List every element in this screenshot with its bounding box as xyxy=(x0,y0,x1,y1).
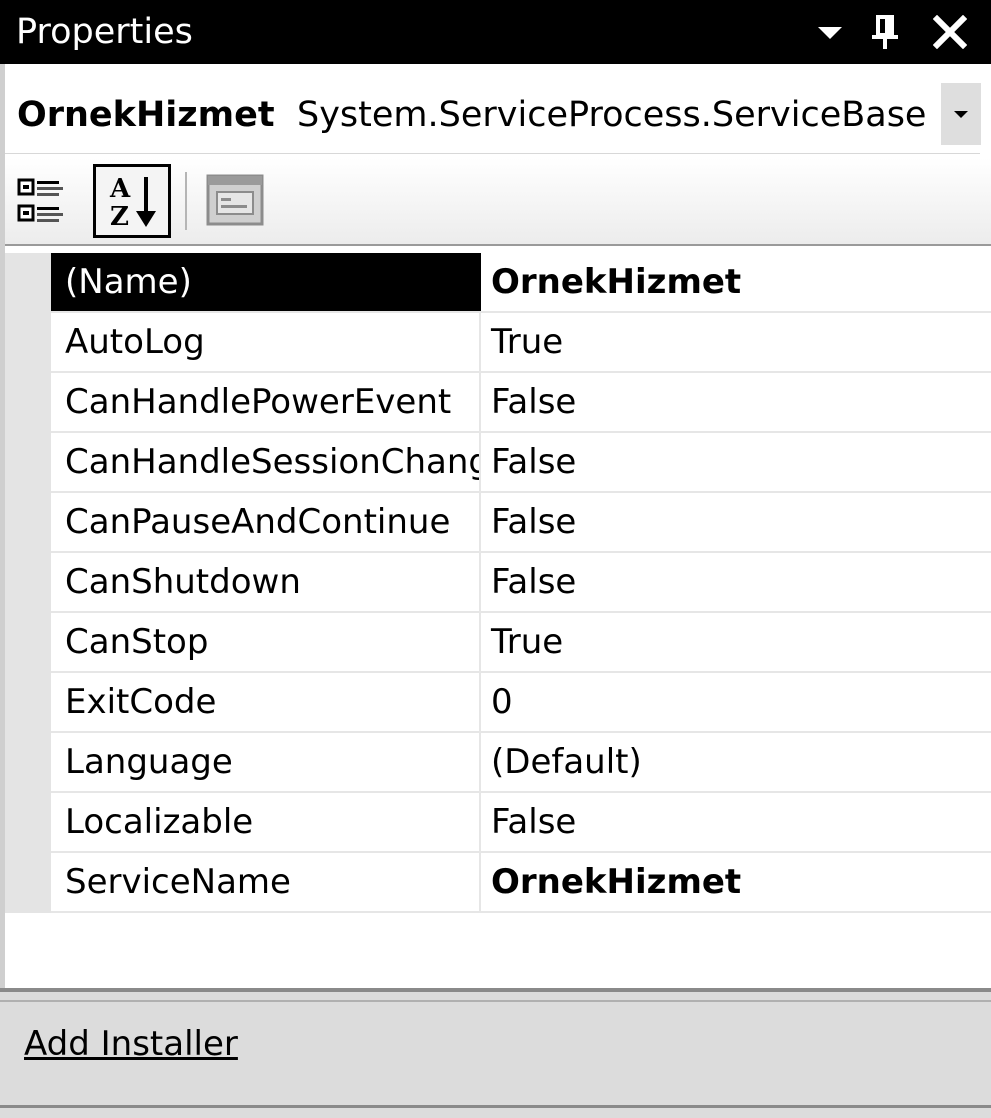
row-gutter xyxy=(5,313,51,373)
property-value[interactable]: False xyxy=(491,433,576,491)
svg-text:A: A xyxy=(109,174,131,204)
property-value[interactable]: False xyxy=(491,373,576,431)
property-name[interactable]: ExitCode xyxy=(51,673,481,731)
row-gutter xyxy=(5,613,51,673)
properties-toolbar: A Z xyxy=(5,158,991,246)
commands-divider xyxy=(0,1000,991,1002)
property-row[interactable]: Localizable False xyxy=(5,793,991,853)
property-value[interactable]: False xyxy=(491,493,576,551)
property-row[interactable]: ServiceName OrnekHizmet xyxy=(5,853,991,913)
property-name[interactable]: CanHandleSessionChangeEvent xyxy=(51,433,481,491)
property-value[interactable]: True xyxy=(491,613,563,671)
object-name: OrnekHizmet xyxy=(17,95,275,135)
pin-icon[interactable] xyxy=(861,8,909,56)
row-gutter xyxy=(5,793,51,853)
property-row[interactable]: AutoLog True xyxy=(5,313,991,373)
property-name[interactable]: (Name) xyxy=(51,253,481,311)
alphabetical-button[interactable]: A Z xyxy=(93,164,171,238)
property-value[interactable]: OrnekHizmet xyxy=(491,853,741,911)
row-gutter xyxy=(5,553,51,613)
row-gutter xyxy=(5,253,51,313)
property-name[interactable]: CanPauseAndContinue xyxy=(51,493,481,551)
chevron-down-icon[interactable] xyxy=(806,8,854,56)
property-name[interactable]: Localizable xyxy=(51,793,481,851)
property-name[interactable]: CanHandlePowerEvent xyxy=(51,373,481,431)
property-row[interactable]: CanPauseAndContinue False xyxy=(5,493,991,553)
property-name[interactable]: ServiceName xyxy=(51,853,481,911)
window-title: Properties xyxy=(16,12,193,52)
property-value[interactable]: (Default) xyxy=(491,733,642,791)
property-row[interactable]: Language (Default) xyxy=(5,733,991,793)
property-row[interactable]: CanStop True xyxy=(5,613,991,673)
property-pages-button[interactable] xyxy=(203,170,267,230)
object-selector-dropdown-button[interactable] xyxy=(941,83,981,145)
property-row[interactable]: CanHandlePowerEvent False xyxy=(5,373,991,433)
property-row[interactable]: (Name) OrnekHizmet xyxy=(5,253,991,313)
property-row[interactable]: CanShutdown False xyxy=(5,553,991,613)
property-name[interactable]: CanStop xyxy=(51,613,481,671)
chevron-down-icon xyxy=(954,111,968,118)
property-value[interactable]: True xyxy=(491,313,563,371)
property-pages-icon xyxy=(206,174,264,226)
property-row[interactable]: ExitCode 0 xyxy=(5,673,991,733)
categorized-button[interactable] xyxy=(17,176,67,228)
property-value[interactable]: False xyxy=(491,553,576,611)
toolbar-separator xyxy=(185,172,187,230)
properties-window: Properties OrnekHizmet System.ServicePro… xyxy=(0,0,991,1118)
object-type: System.ServiceProcess.ServiceBase xyxy=(297,95,927,135)
property-value[interactable]: OrnekHizmet xyxy=(491,253,741,311)
row-gutter xyxy=(5,373,51,433)
property-row[interactable]: CanHandleSessionChangeEvent False xyxy=(5,433,991,493)
row-gutter xyxy=(5,433,51,493)
row-gutter xyxy=(5,673,51,733)
property-value[interactable]: 0 xyxy=(491,673,513,731)
add-installer-link[interactable]: Add Installer xyxy=(24,1022,238,1066)
alphabetical-sort-icon: A Z xyxy=(109,174,156,231)
property-grid: (Name) OrnekHizmet AutoLog True CanHandl… xyxy=(5,253,991,913)
property-grid-empty-area xyxy=(5,915,991,985)
object-selector[interactable]: OrnekHizmet System.ServiceProcess.Servic… xyxy=(5,75,981,154)
row-gutter xyxy=(5,733,51,793)
property-value[interactable]: False xyxy=(491,793,576,851)
row-gutter xyxy=(5,493,51,553)
row-gutter xyxy=(5,853,51,913)
commands-pane: Add Installer xyxy=(0,988,991,1118)
property-name[interactable]: AutoLog xyxy=(51,313,481,371)
close-icon[interactable] xyxy=(926,8,974,56)
property-name[interactable]: CanShutdown xyxy=(51,553,481,611)
commands-bottom-divider xyxy=(0,1105,991,1108)
svg-text:Z: Z xyxy=(110,202,129,231)
categorized-icon xyxy=(17,178,63,222)
title-bar: Properties xyxy=(0,0,991,64)
property-name[interactable]: Language xyxy=(51,733,481,791)
